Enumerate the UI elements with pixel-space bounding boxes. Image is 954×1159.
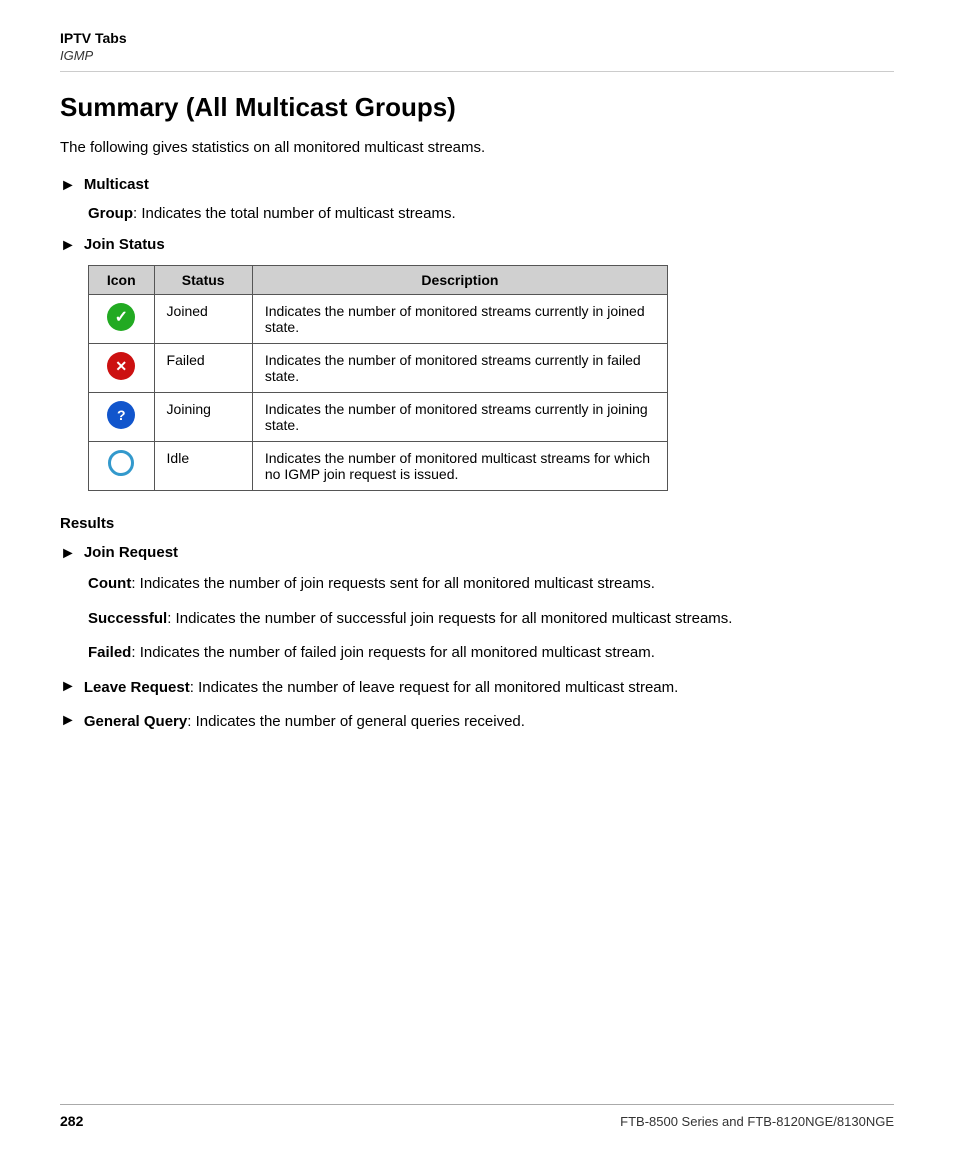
failed-rest: : Indicates the number of failed join re… bbox=[131, 644, 655, 661]
multicast-label: Multicast bbox=[84, 176, 149, 193]
count-rest: : Indicates the number of join requests … bbox=[131, 575, 655, 592]
leave-request-item: ► Leave Request: Indicates the number of… bbox=[60, 677, 894, 700]
table-header-description: Description bbox=[252, 266, 667, 295]
idle-icon bbox=[108, 450, 134, 476]
join-status-label: Join Status bbox=[84, 236, 165, 253]
successful-item: Successful: Indicates the number of succ… bbox=[88, 608, 894, 631]
header-title: IPTV Tabs bbox=[60, 30, 894, 46]
header-subtitle: IGMP bbox=[60, 48, 894, 63]
intro-text: The following gives statistics on all mo… bbox=[60, 139, 894, 156]
general-query-text: General Query: Indicates the number of g… bbox=[84, 711, 525, 734]
desc-cell-joining: Indicates the number of monitored stream… bbox=[252, 393, 667, 442]
count-text: Count: Indicates the number of join requ… bbox=[88, 573, 894, 596]
desc-cell-failed: Indicates the number of monitored stream… bbox=[252, 344, 667, 393]
count-bold: Count bbox=[88, 575, 131, 592]
general-query-rest: : Indicates the number of general querie… bbox=[187, 713, 525, 730]
failed-text: Failed: Indicates the number of failed j… bbox=[88, 642, 894, 665]
icon-cell-joined bbox=[89, 295, 155, 344]
joining-icon bbox=[107, 401, 135, 429]
table-header-icon: Icon bbox=[89, 266, 155, 295]
group-bold: Group bbox=[88, 205, 133, 222]
arrow-icon-leave-request: ► bbox=[60, 678, 76, 696]
join-request-content: Count: Indicates the number of join requ… bbox=[88, 573, 894, 665]
arrow-icon-multicast: ► bbox=[60, 177, 76, 195]
multicast-section-header: ► Multicast bbox=[60, 176, 894, 195]
arrow-icon-join-request: ► bbox=[60, 545, 76, 563]
icon-cell-joining bbox=[89, 393, 155, 442]
status-table: Icon Status Description Joined Indicates… bbox=[88, 265, 668, 491]
general-query-item: ► General Query: Indicates the number of… bbox=[60, 711, 894, 734]
table-row: Failed Indicates the number of monitored… bbox=[89, 344, 668, 393]
table-header-status: Status bbox=[154, 266, 252, 295]
header-section: IPTV Tabs IGMP bbox=[60, 30, 894, 72]
desc-cell-joined: Indicates the number of monitored stream… bbox=[252, 295, 667, 344]
successful-bold: Successful bbox=[88, 610, 167, 627]
leave-request-bold: Leave Request bbox=[84, 679, 190, 696]
join-status-section-header: ► Join Status bbox=[60, 236, 894, 255]
status-cell-failed: Failed bbox=[154, 344, 252, 393]
icon-cell-failed bbox=[89, 344, 155, 393]
joined-icon bbox=[107, 303, 135, 331]
page-number: 282 bbox=[60, 1113, 83, 1129]
join-request-header: ► Join Request bbox=[60, 544, 894, 563]
arrow-icon-join-status: ► bbox=[60, 237, 76, 255]
arrow-icon-general-query: ► bbox=[60, 712, 76, 730]
successful-rest: : Indicates the number of successful joi… bbox=[167, 610, 732, 627]
leave-request-rest: : Indicates the number of leave request … bbox=[190, 679, 679, 696]
failed-bold: Failed bbox=[88, 644, 131, 661]
status-cell-joined: Joined bbox=[154, 295, 252, 344]
multicast-content: Group: Indicates the total number of mul… bbox=[88, 205, 894, 222]
page-container: IPTV Tabs IGMP Summary (All Multicast Gr… bbox=[0, 0, 954, 806]
desc-cell-idle: Indicates the number of monitored multic… bbox=[252, 442, 667, 491]
leave-request-text: Leave Request: Indicates the number of l… bbox=[84, 677, 678, 700]
successful-text: Successful: Indicates the number of succ… bbox=[88, 608, 894, 631]
count-item: Count: Indicates the number of join requ… bbox=[88, 573, 894, 596]
table-row: Joined Indicates the number of monitored… bbox=[89, 295, 668, 344]
group-description: Group: Indicates the total number of mul… bbox=[88, 205, 894, 222]
page-footer: 282 FTB-8500 Series and FTB-8120NGE/8130… bbox=[60, 1104, 894, 1129]
status-cell-idle: Idle bbox=[154, 442, 252, 491]
table-row: Idle Indicates the number of monitored m… bbox=[89, 442, 668, 491]
group-rest: : Indicates the total number of multicas… bbox=[133, 205, 456, 222]
failed-item: Failed: Indicates the number of failed j… bbox=[88, 642, 894, 665]
table-row: Joining Indicates the number of monitore… bbox=[89, 393, 668, 442]
results-label: Results bbox=[60, 515, 894, 532]
join-request-label: Join Request bbox=[84, 544, 178, 561]
footer-product: FTB-8500 Series and FTB-8120NGE/8130NGE bbox=[620, 1114, 894, 1129]
icon-cell-idle bbox=[89, 442, 155, 491]
general-query-bold: General Query bbox=[84, 713, 187, 730]
page-title: Summary (All Multicast Groups) bbox=[60, 92, 894, 123]
status-cell-joining: Joining bbox=[154, 393, 252, 442]
failed-icon bbox=[107, 352, 135, 380]
